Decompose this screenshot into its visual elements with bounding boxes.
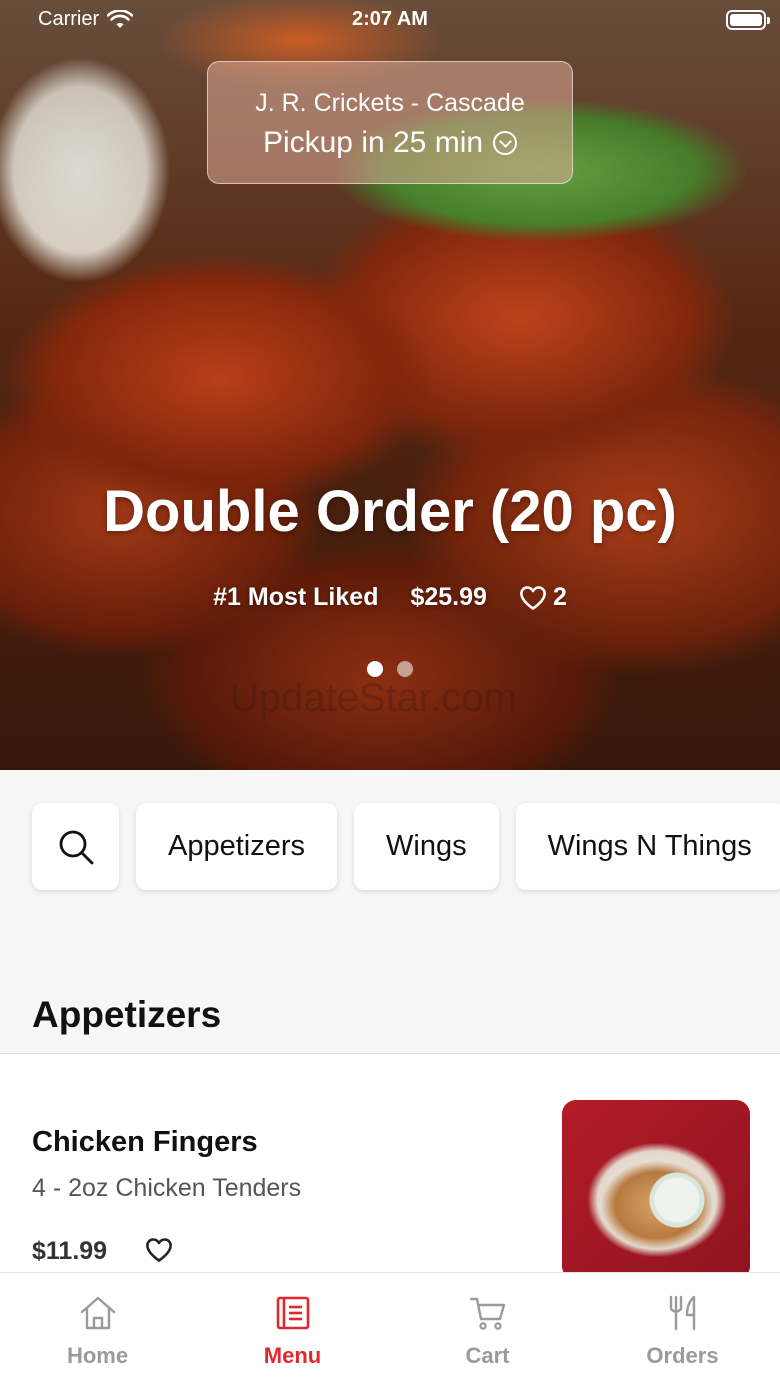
- section-title: Appetizers: [32, 994, 222, 1035]
- tab-label: Cart: [465, 1343, 510, 1368]
- pager-dot[interactable]: [397, 661, 413, 677]
- tab-menu[interactable]: Menu: [195, 1273, 390, 1387]
- featured-hero[interactable]: Carrier 2:07 AM J. R. Crickets - Cascade…: [0, 0, 780, 770]
- tab-home[interactable]: Home: [0, 1273, 195, 1387]
- cart-icon: [469, 1297, 505, 1330]
- heart-icon[interactable]: [145, 1237, 173, 1263]
- tab-bar: Home Menu Cart Orders: [0, 1272, 780, 1387]
- tab-label: Menu: [263, 1343, 322, 1368]
- carousel-pager[interactable]: [0, 661, 780, 677]
- pager-dot[interactable]: [367, 661, 383, 677]
- pickup-time: Pickup in 25 min: [262, 126, 484, 159]
- status-bar: Carrier 2:07 AM: [0, 0, 780, 40]
- search-icon: [59, 830, 93, 864]
- featured-badge: #1 Most Liked: [213, 583, 379, 611]
- search-button[interactable]: [32, 803, 119, 890]
- heart-icon: [519, 585, 546, 610]
- category-chip-wings[interactable]: Wings: [354, 803, 499, 890]
- watermark: UpdateStar.com: [230, 676, 517, 720]
- category-chip-wings-n-things[interactable]: Wings N Things: [515, 803, 780, 890]
- category-chips: Appetizers Wings Wings N Things: [32, 803, 780, 890]
- featured-likes[interactable]: 2: [519, 583, 567, 612]
- store-selector[interactable]: J. R. Crickets - Cascade Pickup in 25 mi…: [207, 61, 573, 184]
- chevron-down-circle-icon: [493, 131, 518, 155]
- featured-price: $25.99: [410, 583, 487, 611]
- tab-orders[interactable]: Orders: [585, 1273, 780, 1387]
- menu-item[interactable]: Chicken Fingers 4 - 2oz Chicken Tenders …: [0, 1054, 780, 1280]
- pickup-time-row: Pickup in 25 min: [208, 126, 572, 160]
- menu-icon: [276, 1296, 309, 1330]
- item-name: Chicken Fingers: [32, 1126, 258, 1158]
- category-chip-appetizers[interactable]: Appetizers: [136, 803, 338, 890]
- item-image: [562, 1100, 750, 1280]
- fork-knife-icon: [669, 1295, 695, 1331]
- featured-title: Double Order (20 pc): [103, 479, 677, 544]
- tab-label: Orders: [646, 1343, 719, 1368]
- tab-cart[interactable]: Cart: [390, 1273, 585, 1387]
- battery-icon: [726, 10, 770, 30]
- featured-meta: #1 Most Liked $25.99 2: [0, 583, 780, 612]
- status-time: 2:07 AM: [352, 8, 428, 30]
- tab-label: Home: [66, 1343, 129, 1368]
- item-price: $11.99: [32, 1237, 108, 1265]
- store-name: J. R. Crickets - Cascade: [255, 89, 525, 117]
- featured-likes-count: 2: [552, 583, 567, 611]
- item-description: 4 - 2oz Chicken Tenders: [32, 1174, 302, 1202]
- home-icon: [80, 1296, 115, 1330]
